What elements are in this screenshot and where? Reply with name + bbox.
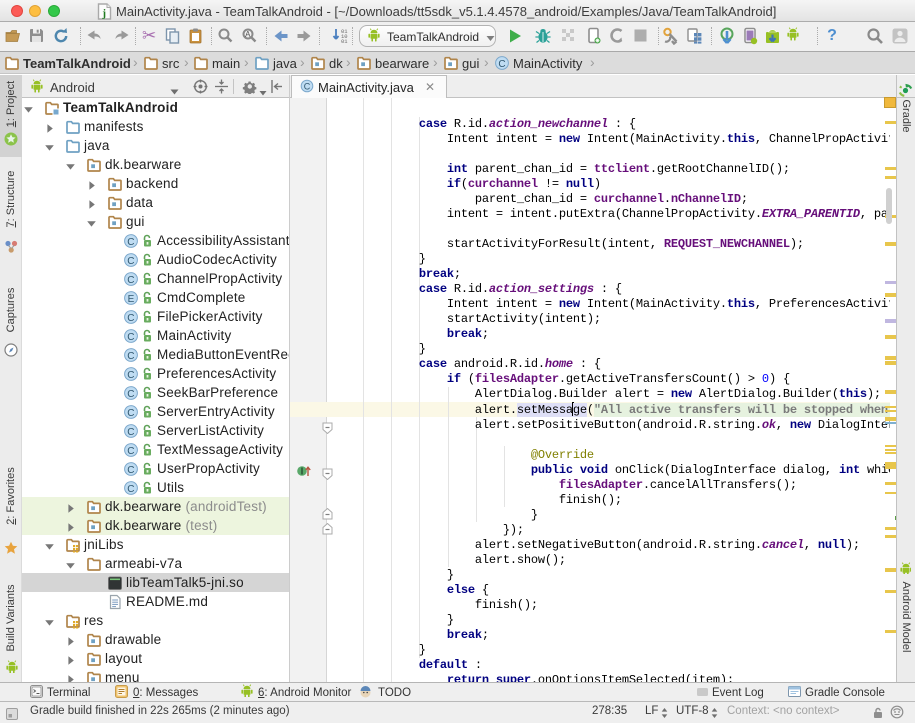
- svg-text:C: C: [127, 389, 134, 400]
- svg-text:C: C: [127, 427, 134, 438]
- svg-text:C: C: [127, 351, 134, 362]
- svg-text:01: 01: [341, 38, 348, 45]
- svg-text:C: C: [304, 82, 311, 92]
- svg-text:C: C: [127, 313, 134, 324]
- svg-text:C: C: [127, 484, 134, 495]
- svg-text:C: C: [127, 446, 134, 457]
- svg-text:C: C: [127, 465, 134, 476]
- svg-text:j: j: [101, 8, 106, 20]
- svg-text:C: C: [127, 332, 134, 343]
- svg-text:A: A: [245, 30, 251, 39]
- svg-text:C: C: [498, 59, 505, 70]
- svg-text:C: C: [127, 275, 134, 286]
- svg-text:C: C: [127, 256, 134, 267]
- svg-text:E: E: [128, 294, 135, 305]
- svg-text:C: C: [127, 370, 134, 381]
- svg-text:C: C: [127, 237, 134, 248]
- svg-text:C: C: [127, 408, 134, 419]
